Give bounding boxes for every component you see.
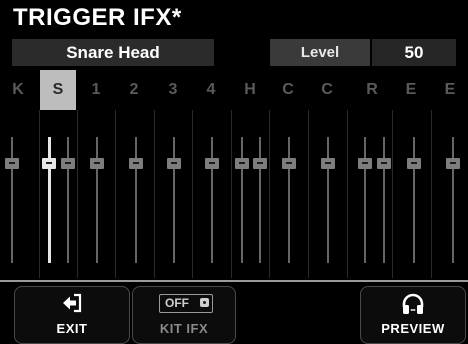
channel-tab-h[interactable]: H: [232, 70, 268, 110]
channel-tab-4[interactable]: 4: [193, 70, 229, 110]
column-divider: [39, 110, 40, 278]
fader-knob[interactable]: [282, 158, 296, 169]
channel-tab-c1[interactable]: C: [270, 70, 306, 110]
column-divider: [77, 110, 78, 278]
fader-knob[interactable]: [253, 158, 267, 169]
fader-knob[interactable]: [446, 158, 460, 169]
kit-ifx-state: OFF: [165, 296, 189, 310]
channel-row: K S 1 2 3 4 H C C R E E: [0, 70, 468, 110]
column-divider: [347, 110, 348, 278]
fader-knob[interactable]: [235, 158, 249, 169]
fader-track-active: [48, 137, 51, 263]
preview-button[interactable]: PREVIEW: [360, 286, 466, 344]
channel-tab-c2[interactable]: C: [309, 70, 345, 110]
channel-tab-r[interactable]: R: [354, 70, 390, 110]
exit-arrow-icon: [63, 293, 82, 313]
fader-knob[interactable]: [61, 158, 75, 169]
fader-track: [96, 137, 98, 263]
column-divider: [115, 110, 116, 278]
fader-track: [135, 137, 137, 263]
column-divider: [231, 110, 232, 278]
channel-tab-s[interactable]: S: [40, 70, 76, 110]
instrument-name[interactable]: Snare Head: [12, 39, 214, 66]
fader-knob[interactable]: [5, 158, 19, 169]
channel-tab-k[interactable]: K: [0, 70, 36, 110]
column-divider: [154, 110, 155, 278]
channel-tab-3[interactable]: 3: [155, 70, 191, 110]
separator-line: [0, 280, 468, 282]
fader-knob[interactable]: [90, 158, 104, 169]
kit-ifx-label: KIT IFX: [159, 321, 209, 336]
fader-track: [241, 137, 243, 263]
headphones-icon: [402, 293, 424, 314]
fader-knob[interactable]: [167, 158, 181, 169]
column-divider: [192, 110, 193, 278]
channel-tab-e2[interactable]: E: [432, 70, 468, 110]
fader-track: [413, 137, 415, 263]
fader-knob[interactable]: [205, 158, 219, 169]
exit-label: EXIT: [56, 321, 88, 336]
column-divider: [269, 110, 270, 278]
param-value[interactable]: 50: [372, 39, 456, 66]
fader-track: [67, 137, 69, 263]
fader-track: [452, 137, 454, 263]
fader-knob[interactable]: [377, 158, 391, 169]
fader-track: [288, 137, 290, 263]
fader-knob-selected[interactable]: [42, 158, 56, 169]
fader-track: [383, 137, 385, 263]
fader-knob[interactable]: [358, 158, 372, 169]
channel-tab-2[interactable]: 2: [116, 70, 152, 110]
column-divider: [431, 110, 432, 278]
fader-area: [0, 110, 468, 278]
column-divider: [392, 110, 393, 278]
fader-knob[interactable]: [321, 158, 335, 169]
fader-knob[interactable]: [407, 158, 421, 169]
kit-ifx-button[interactable]: OFF KIT IFX: [132, 286, 236, 344]
toggle-switch-icon: OFF: [159, 294, 213, 313]
fader-track: [259, 137, 261, 263]
fader-track: [211, 137, 213, 263]
fader-track: [11, 137, 13, 263]
trigger-ifx-screen: TRIGGER IFX* Snare Head Level 50 K S 1 2…: [0, 0, 468, 344]
fader-track: [364, 137, 366, 263]
toggle-knob: [200, 298, 209, 307]
page-title: TRIGGER IFX*: [13, 4, 182, 31]
preview-label: PREVIEW: [381, 321, 445, 336]
param-label[interactable]: Level: [270, 39, 370, 66]
column-divider: [308, 110, 309, 278]
fader-knob[interactable]: [129, 158, 143, 169]
channel-tab-e1[interactable]: E: [393, 70, 429, 110]
channel-tab-1[interactable]: 1: [78, 70, 114, 110]
exit-button[interactable]: EXIT: [14, 286, 130, 344]
fader-track: [173, 137, 175, 263]
fader-track: [327, 137, 329, 263]
